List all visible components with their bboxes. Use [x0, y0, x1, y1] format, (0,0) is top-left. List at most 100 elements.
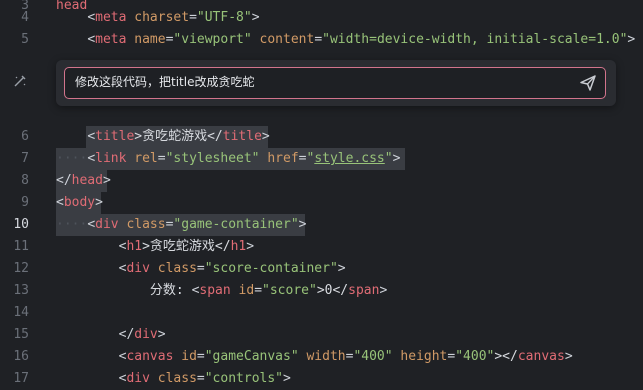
- tag-name: title: [222, 129, 262, 144]
- bracket: <: [87, 151, 96, 166]
- bracket: >: [298, 217, 307, 232]
- bracket: <: [56, 195, 64, 210]
- prompt-input[interactable]: 修改这段代码，把title改成贪吃蛇: [64, 67, 606, 99]
- magic-wand-icon[interactable]: [13, 74, 27, 88]
- text-content: >贪吃蛇游戏</: [134, 129, 223, 144]
- attribute-value: "stylesheet": [165, 151, 260, 166]
- attribute-value: "400": [353, 349, 393, 364]
- tag-name: link: [95, 151, 127, 166]
- indent: ····: [56, 217, 88, 232]
- attribute-value: "game-container": [173, 217, 299, 232]
- attribute-name: name: [134, 32, 166, 47]
- attribute-name: content: [259, 32, 315, 47]
- code-line[interactable]: <div class="score-container">: [56, 258, 643, 280]
- text-content: 分数:: [149, 283, 192, 298]
- tag-name: div: [126, 261, 150, 276]
- bracket: <: [87, 10, 96, 25]
- line-number: 16: [13, 349, 29, 364]
- attribute-value: "controls": [204, 371, 284, 386]
- code-line[interactable]: ····<div class="game-container">: [56, 214, 643, 236]
- attribute-value: "score-container": [204, 261, 338, 276]
- attribute-name: href: [267, 151, 299, 166]
- bracket: >: [102, 173, 111, 188]
- tag-name: head: [71, 173, 103, 188]
- attribute-name: id: [238, 283, 255, 298]
- tag-name: meta: [95, 32, 127, 47]
- attribute-value: "width=device-width, initial-scale=1.0": [322, 32, 628, 47]
- line-number: 11: [13, 239, 29, 254]
- code-line[interactable]: ····<link rel="stylesheet" href="style.c…: [56, 148, 643, 170]
- bracket: >: [157, 327, 166, 342]
- line-number: 9: [21, 195, 29, 210]
- attribute-value: "score": [262, 283, 317, 298]
- code-line[interactable]: 分数: <span id="score">0</span>: [56, 280, 643, 302]
- quote: ": [384, 151, 393, 166]
- attribute-name: height: [400, 349, 448, 364]
- tag-name: h1: [230, 239, 247, 254]
- tag-name: body: [63, 195, 96, 210]
- code-line[interactable]: <canvas id="gameCanvas" width="400" heig…: [56, 346, 643, 368]
- attribute-name: charset: [134, 10, 190, 25]
- line-number: 4: [21, 10, 29, 25]
- tag-name: canvas: [517, 349, 565, 364]
- tag-name: canvas: [126, 349, 174, 364]
- bracket: >: [379, 283, 388, 298]
- code-line[interactable]: <meta charset="UTF-8">: [56, 7, 643, 29]
- code-line[interactable]: <h1>贪吃蛇游戏</h1>: [56, 236, 643, 258]
- code-line[interactable]: <meta name="viewport" content="width=dev…: [56, 29, 643, 51]
- tag-name: div: [95, 217, 119, 232]
- code-line[interactable]: <title>贪吃蛇游戏</title>: [56, 126, 643, 148]
- tag-name: div: [126, 371, 150, 386]
- send-icon[interactable]: [579, 74, 597, 92]
- bracket: >: [627, 32, 636, 47]
- inline-edit-panel: 修改这段代码，把title改成贪吃蛇: [56, 60, 616, 106]
- line-number: 7: [21, 151, 29, 166]
- tag-name: title: [95, 129, 135, 144]
- bracket: >: [283, 371, 291, 386]
- attribute-name: class: [126, 217, 166, 232]
- text-content: ></: [494, 349, 518, 364]
- tag-name: span: [348, 283, 380, 298]
- bracket: >: [251, 10, 260, 25]
- text-content: >贪吃蛇游戏</: [142, 239, 231, 254]
- line-number: 8: [21, 173, 29, 188]
- tag-name: div: [134, 327, 158, 342]
- attribute-link: style.css: [314, 151, 385, 166]
- attribute-value: "viewport": [173, 32, 252, 47]
- line-number: 6: [21, 129, 29, 144]
- code-line[interactable]: <div class="controls">: [56, 368, 643, 390]
- bracket: <: [87, 217, 96, 232]
- bracket: >: [392, 151, 401, 166]
- line-number: 10: [13, 217, 29, 232]
- code-line[interactable]: [56, 302, 643, 324]
- line-number: 15: [13, 327, 29, 342]
- bracket: >: [95, 195, 103, 210]
- bracket: </: [118, 327, 135, 342]
- code-line[interactable]: <body>: [56, 192, 643, 214]
- attribute-name: class: [157, 261, 197, 276]
- attribute-name: rel: [134, 151, 158, 166]
- bracket: </: [56, 173, 72, 188]
- code-line[interactable]: </div>: [56, 324, 643, 346]
- attribute-value: "400": [455, 349, 495, 364]
- line-number: 12: [13, 261, 29, 276]
- line-number: 13: [13, 283, 29, 298]
- attribute-name: id: [181, 349, 197, 364]
- tag-name: meta: [95, 10, 127, 25]
- text-content: >0</: [316, 283, 349, 298]
- tag-name: span: [199, 283, 231, 298]
- bracket: >: [564, 349, 573, 364]
- attribute-value: "UTF-8": [196, 10, 252, 25]
- code-line[interactable]: </head>: [56, 170, 643, 192]
- attribute-name: width: [306, 349, 346, 364]
- prompt-text[interactable]: 修改这段代码，把title改成贪吃蛇: [75, 68, 254, 97]
